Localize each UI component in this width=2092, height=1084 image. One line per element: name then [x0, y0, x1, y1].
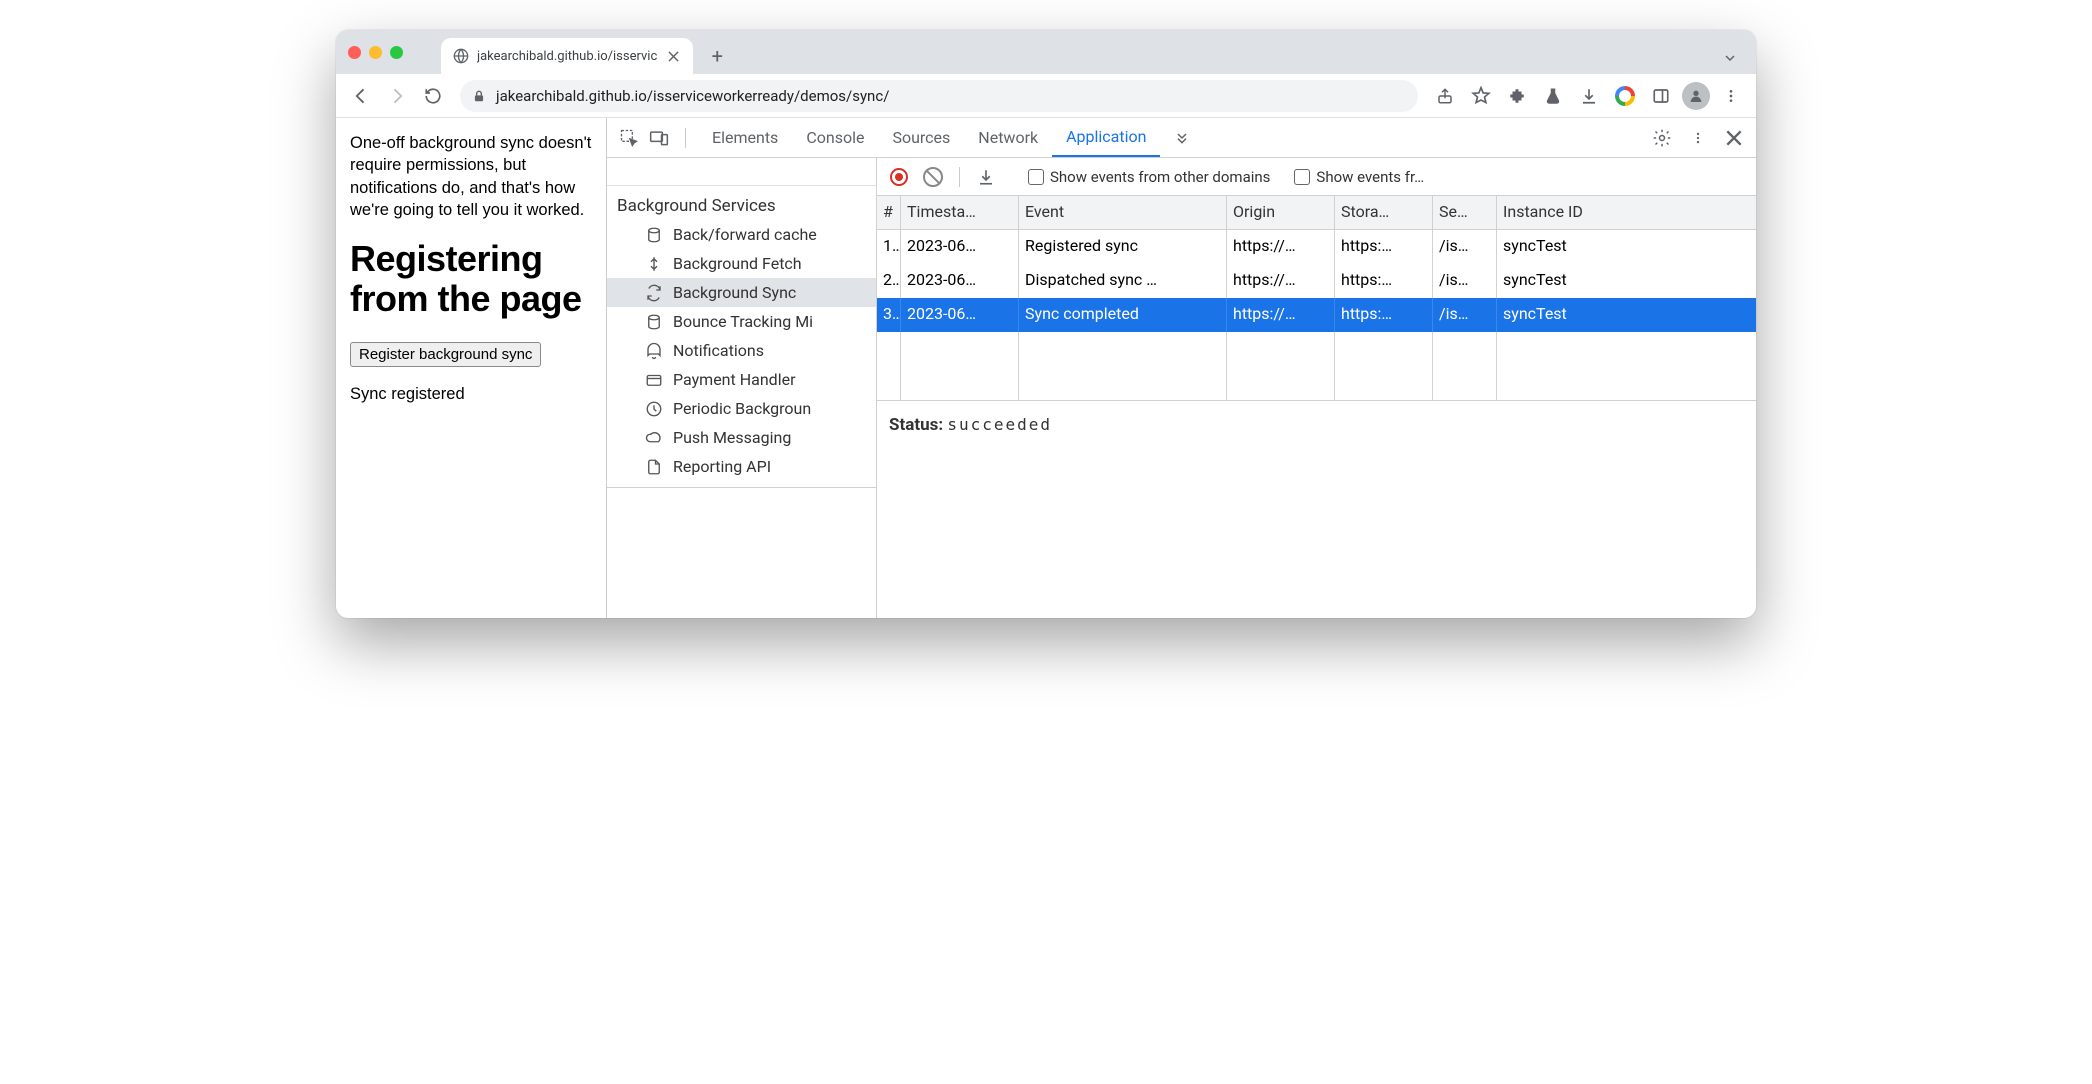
- browser-window: jakearchibald.github.io/isservic + jakea…: [336, 30, 1756, 618]
- sidebar-item-push-messaging[interactable]: Push Messaging: [607, 423, 876, 452]
- reload-button[interactable]: [418, 81, 448, 111]
- clear-button[interactable]: [919, 163, 947, 191]
- downloads-icon[interactable]: [1574, 81, 1604, 111]
- sidebar-item-label: Notifications: [673, 341, 764, 360]
- table-row[interactable]: 3.2023-06…Sync completedhttps://…https:……: [877, 298, 1756, 332]
- address-bar[interactable]: jakearchibald.github.io/isserviceworkerr…: [460, 80, 1418, 112]
- sidebar-item-label: Background Fetch: [673, 254, 802, 273]
- sidebar-item-icon: [645, 313, 663, 331]
- sidebar-group-label: Background Services: [607, 186, 876, 220]
- labs-icon[interactable]: [1538, 81, 1568, 111]
- share-icon[interactable]: [1430, 81, 1460, 111]
- show-other-domains-checkbox[interactable]: Show events from other domains: [1028, 168, 1270, 186]
- google-icon[interactable]: [1610, 81, 1640, 111]
- sidebar-item-icon: [645, 429, 663, 447]
- device-toolbar-icon[interactable]: [645, 124, 673, 152]
- sidebar-item-bounce-tracking-mi[interactable]: Bounce Tracking Mi: [607, 307, 876, 336]
- sidebar-item-icon: [645, 371, 663, 389]
- table-row[interactable]: 1.2023-06…Registered synchttps://…https:…: [877, 230, 1756, 264]
- close-window-button[interactable]: [348, 46, 361, 59]
- page-intro: One-off background sync doesn't require …: [350, 132, 592, 221]
- browser-toolbar: jakearchibald.github.io/isserviceworkerr…: [336, 74, 1756, 118]
- new-tab-button[interactable]: +: [703, 42, 731, 70]
- sidebar-item-icon: [645, 342, 663, 360]
- sidebar-item-icon: [645, 458, 663, 476]
- sidebar-item-icon: [645, 284, 663, 302]
- kebab-menu-icon[interactable]: [1684, 124, 1712, 152]
- sidebar-item-notifications[interactable]: Notifications: [607, 336, 876, 365]
- sidebar-item-periodic-backgroun[interactable]: Periodic Backgroun: [607, 394, 876, 423]
- devtools-sidebar: Background Services Back/forward cache Ba…: [607, 158, 877, 618]
- more-tabs-icon[interactable]: [1168, 124, 1196, 152]
- page-content: One-off background sync doesn't require …: [336, 118, 606, 618]
- back-button[interactable]: [346, 81, 376, 111]
- browser-tab[interactable]: jakearchibald.github.io/isservic: [441, 38, 693, 74]
- sidebar-item-back-forward-cache[interactable]: Back/forward cache: [607, 220, 876, 249]
- globe-icon: [453, 48, 469, 64]
- devtools-tabs: ElementsConsoleSourcesNetworkApplication: [698, 118, 1160, 157]
- side-panel-icon[interactable]: [1646, 81, 1676, 111]
- sidebar-item-background-sync[interactable]: Background Sync: [607, 278, 876, 307]
- status-line: Status: succeeded: [877, 401, 1756, 449]
- bg-sync-toolbar: Show events from other domains Show even…: [877, 158, 1756, 196]
- devtools-tab-elements[interactable]: Elements: [698, 118, 792, 157]
- lock-icon: [472, 89, 486, 103]
- sidebar-item-payment-handler[interactable]: Payment Handler: [607, 365, 876, 394]
- sidebar-item-label: Payment Handler: [673, 370, 796, 389]
- sidebar-item-icon: [645, 255, 663, 273]
- settings-icon[interactable]: [1648, 124, 1676, 152]
- devtools-tab-console[interactable]: Console: [792, 118, 878, 157]
- sidebar-item-background-fetch[interactable]: Background Fetch: [607, 249, 876, 278]
- extensions-icon[interactable]: [1502, 81, 1532, 111]
- url-text: jakearchibald.github.io/isserviceworkerr…: [496, 87, 889, 105]
- sidebar-item-label: Periodic Backgroun: [673, 399, 811, 418]
- devtools-tab-sources[interactable]: Sources: [878, 118, 964, 157]
- show-events-fr-checkbox[interactable]: Show events fr…: [1294, 168, 1424, 186]
- forward-button[interactable]: [382, 81, 412, 111]
- save-log-button[interactable]: [972, 163, 1000, 191]
- bookmark-icon[interactable]: [1466, 81, 1496, 111]
- devtools-tabbar: ElementsConsoleSourcesNetworkApplication: [607, 118, 1756, 158]
- sidebar-item-label: Back/forward cache: [673, 225, 817, 244]
- close-tab-icon[interactable]: [665, 48, 681, 64]
- register-sync-button[interactable]: Register background sync: [350, 342, 541, 367]
- table-row: [877, 332, 1756, 366]
- content-area: One-off background sync doesn't require …: [336, 118, 1756, 618]
- devtools-main: Show events from other domains Show even…: [877, 158, 1756, 618]
- table-row[interactable]: 2.2023-06…Dispatched sync …https://…http…: [877, 264, 1756, 298]
- sidebar-item-icon: [645, 400, 663, 418]
- tab-title: jakearchibald.github.io/isservic: [477, 49, 657, 64]
- inspect-icon[interactable]: [615, 124, 643, 152]
- minimize-window-button[interactable]: [369, 46, 382, 59]
- sidebar-item-label: Reporting API: [673, 457, 771, 476]
- sidebar-item-label: Push Messaging: [673, 428, 791, 447]
- tabs-overflow-icon[interactable]: [1722, 50, 1738, 66]
- window-controls: [348, 30, 421, 74]
- record-button[interactable]: [885, 163, 913, 191]
- tab-strip: jakearchibald.github.io/isservic +: [336, 30, 1756, 74]
- table-header: # Timesta… Event Origin Stora… Se… Insta…: [877, 196, 1756, 230]
- maximize-window-button[interactable]: [390, 46, 403, 59]
- devtools-panel: ElementsConsoleSourcesNetworkApplication…: [606, 118, 1756, 618]
- sidebar-item-label: Bounce Tracking Mi: [673, 312, 813, 331]
- profile-avatar[interactable]: [1682, 82, 1710, 110]
- page-heading: Registering from the page: [350, 239, 592, 320]
- sidebar-item-reporting-api[interactable]: Reporting API: [607, 452, 876, 481]
- close-devtools-icon[interactable]: [1720, 124, 1748, 152]
- devtools-tab-network[interactable]: Network: [964, 118, 1052, 157]
- page-status-text: Sync registered: [350, 383, 592, 405]
- sidebar-item-icon: [645, 226, 663, 244]
- sidebar-item-label: Background Sync: [673, 283, 796, 302]
- menu-icon[interactable]: [1716, 81, 1746, 111]
- events-table: # Timesta… Event Origin Stora… Se… Insta…: [877, 196, 1756, 401]
- table-row: [877, 366, 1756, 400]
- devtools-tab-application[interactable]: Application: [1052, 118, 1160, 157]
